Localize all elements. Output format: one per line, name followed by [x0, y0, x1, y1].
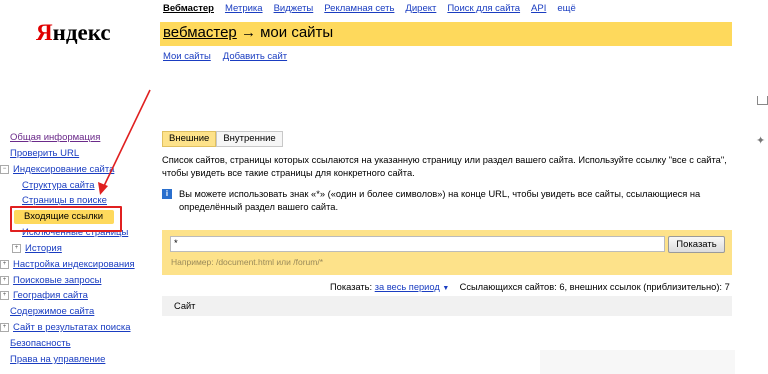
sidebar-item-site-in-results[interactable]: + Сайт в результатах поиска	[0, 322, 131, 333]
star-icon[interactable]: ✦	[756, 134, 765, 147]
column-site[interactable]: Сайт	[174, 301, 195, 311]
topnav-more[interactable]: ещё	[557, 3, 575, 14]
page-title: вебмастер → мои сайты	[163, 24, 333, 41]
topnav-direct[interactable]: Директ	[405, 3, 436, 14]
sidebar-item-site-geography[interactable]: + География сайта	[0, 290, 88, 301]
chevron-down-icon[interactable]: ▼	[442, 285, 449, 292]
sidebar-item-label: Поисковые запросы	[13, 275, 102, 286]
show-label: Показать:	[330, 282, 375, 292]
expand-icon[interactable]: +	[0, 322, 9, 332]
title-rest: → мои сайты	[236, 24, 334, 41]
sidebar-item-label: География сайта	[13, 290, 88, 301]
topnav-ad-network[interactable]: Рекламная сеть	[324, 3, 394, 14]
topnav-api[interactable]: API	[531, 3, 546, 14]
sidebar-item-security[interactable]: Безопасность	[10, 338, 71, 349]
sidebar-item-permissions[interactable]: Права на управление	[10, 354, 105, 365]
sidebar-item-indexing-settings[interactable]: + Настройка индексирования	[0, 259, 135, 270]
info-icon: i	[162, 189, 172, 199]
table-header: Сайт	[162, 296, 732, 316]
add-site-link[interactable]: Добавить сайт	[223, 51, 287, 62]
show-button[interactable]: Показать	[668, 236, 725, 253]
sidebar-item-label: Права на управление	[10, 354, 106, 365]
topnav-metrika[interactable]: Метрика	[225, 3, 263, 14]
links-summary: Ссылающихся сайтов: 6, внешних ссылок (п…	[459, 282, 730, 292]
topnav-site-search[interactable]: Поиск для сайта	[447, 3, 520, 14]
page-title-bar: вебмастер → мои сайты	[160, 22, 732, 46]
sidebar-item-site-content[interactable]: Содержимое сайта	[10, 306, 94, 317]
description-text: Список сайтов, страницы которых ссылаютс…	[162, 155, 727, 178]
sidebar-item-label: Содержимое сайта	[10, 306, 95, 317]
url-filter-box: * Показать Например: /document.html или …	[162, 230, 732, 275]
sidebar-item-label: Сайт в результатах поиска	[13, 322, 131, 333]
annotation-arrow-icon	[98, 89, 151, 195]
info-text: Вы можете использовать знак «*» («один и…	[179, 189, 701, 212]
top-nav: Вебмастер Метрика Виджеты Рекламная сеть…	[163, 3, 576, 14]
url-filter-input[interactable]: *	[170, 236, 665, 252]
expand-icon[interactable]: +	[0, 259, 9, 269]
sidebar-item-label: Настройка индексирования	[13, 259, 135, 270]
tab-internal[interactable]: Внутренние	[216, 131, 283, 147]
expand-icon[interactable]: +	[0, 275, 9, 285]
tab-external[interactable]: Внешние	[162, 131, 217, 147]
link-type-tabs: Внешние Внутренние	[162, 131, 283, 147]
sidebar-item-search-queries[interactable]: + Поисковые запросы	[0, 275, 101, 286]
sidebar-item-label: Безопасность	[10, 338, 71, 349]
decorative-shade	[540, 350, 735, 374]
sidebar-item-incoming-links[interactable]: Входящие ссылки	[14, 210, 114, 224]
expand-icon[interactable]: +	[0, 290, 9, 300]
expand-icon[interactable]: +	[12, 243, 21, 253]
mail-icon[interactable]	[757, 96, 768, 105]
topnav-webmaster[interactable]: Вебмастер	[163, 3, 214, 14]
period-dropdown[interactable]: за весь период	[375, 282, 440, 292]
sub-nav: Мои сайты Добавить сайт	[163, 51, 287, 62]
topnav-widgets[interactable]: Виджеты	[274, 3, 314, 14]
stats-line: Показать: за весь период ▼ Ссылающихся с…	[330, 282, 730, 292]
sidebar-item-label: Входящие ссылки	[24, 211, 104, 222]
sidebar-item-label: История	[25, 243, 62, 254]
title-webmaster-link[interactable]: вебмастер	[163, 24, 237, 41]
filter-hint: Например: /document.html или /forum/*	[171, 257, 324, 267]
sidebar-item-history[interactable]: + История	[12, 243, 62, 254]
my-sites-link[interactable]: Мои сайты	[163, 51, 211, 62]
